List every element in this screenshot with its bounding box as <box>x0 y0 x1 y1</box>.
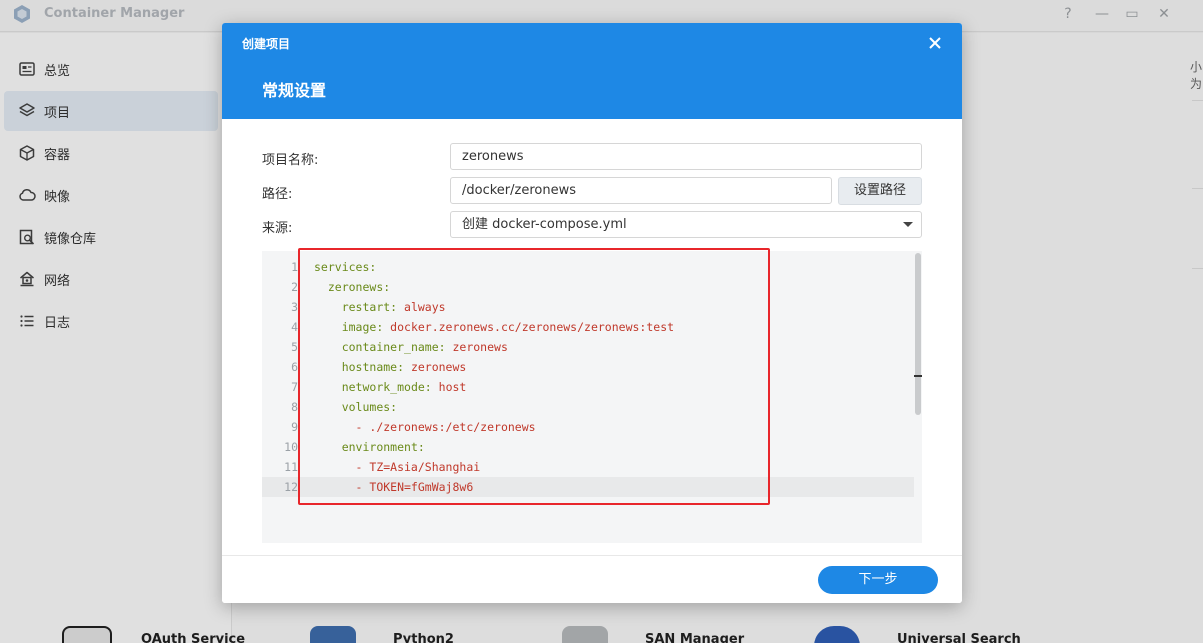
path-label: 路径: <box>262 187 293 202</box>
line-number: 7 <box>291 380 298 394</box>
highlight-annotation-box <box>298 248 770 505</box>
line-number: 1 <box>291 260 298 274</box>
source-label: 来源: <box>262 221 293 236</box>
dialog-footer: 下一步 <box>222 555 962 603</box>
section-title: 常规设置 <box>262 81 327 100</box>
next-button[interactable]: 下一步 <box>818 566 938 594</box>
line-number: 2 <box>291 280 298 294</box>
line-number: 12 <box>284 480 298 494</box>
path-input[interactable]: /docker/zeronews <box>450 177 832 204</box>
caret-down-icon <box>903 222 913 227</box>
line-number: 8 <box>291 400 298 414</box>
line-number: 5 <box>291 340 298 354</box>
project-name-input[interactable]: zeronews <box>450 143 922 170</box>
close-icon[interactable] <box>925 33 945 53</box>
scrollbar-marker <box>914 375 922 377</box>
set-path-button[interactable]: 设置路径 <box>838 177 922 205</box>
source-select-value: 创建 docker-compose.yml <box>462 217 627 232</box>
line-number: 9 <box>291 420 298 434</box>
line-number: 4 <box>291 320 298 334</box>
project-name-label: 项目名称: <box>262 153 319 168</box>
line-number: 6 <box>291 360 298 374</box>
dialog-title: 创建项目 <box>242 37 291 51</box>
scrollbar-thumb[interactable] <box>915 253 921 415</box>
line-number: 10 <box>284 440 298 454</box>
dialog-header: 创建项目 常规设置 <box>222 23 962 119</box>
line-number: 11 <box>284 460 298 474</box>
source-select[interactable]: 创建 docker-compose.yml <box>450 211 922 238</box>
line-number: 3 <box>291 300 298 314</box>
